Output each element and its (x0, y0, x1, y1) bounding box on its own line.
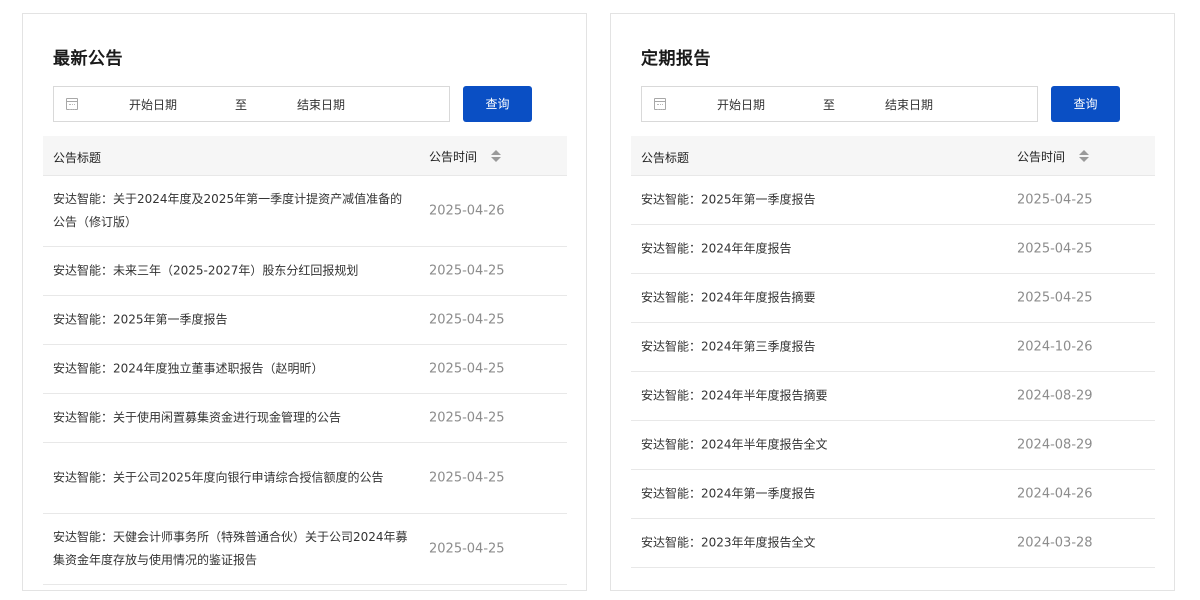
query-button[interactable]: 查询 (463, 86, 532, 122)
table-row[interactable]: 安达智能：关于公司2025年度向银行申请综合授信额度的公告 2025-04-25 (43, 443, 567, 514)
sort-icon[interactable] (1079, 150, 1089, 162)
report-title-link[interactable]: 安达智能：2023年年度报告全文 (641, 532, 996, 555)
announcement-date: 2025-04-25 (429, 263, 505, 279)
column-header-title: 公告标题 (641, 151, 690, 165)
end-date-input[interactable]: 结束日期 (297, 96, 345, 113)
report-title-link[interactable]: 安达智能：2024年年度报告 (641, 238, 996, 261)
report-date: 2024-10-26 (1017, 339, 1093, 355)
report-date: 2024-04-26 (1017, 486, 1093, 502)
announcement-title-link[interactable]: 安达智能：2025年第一季度报告 (53, 309, 408, 332)
table-row[interactable]: 安达智能：2023年年度报告全文 2024-03-28 (631, 519, 1155, 568)
report-date: 2024-03-28 (1017, 535, 1093, 551)
table-row[interactable]: 安达智能：2024年第三季度报告 2024-10-26 (631, 323, 1155, 372)
query-button[interactable]: 查询 (1051, 86, 1120, 122)
report-title-link[interactable]: 安达智能：2024年半年度报告摘要 (641, 385, 996, 408)
table-row[interactable]: 安达智能：天健会计师事务所（特殊普通合伙）关于公司2024年募集资金年度存放与使… (43, 514, 567, 585)
announcement-date: 2025-04-25 (429, 541, 505, 557)
table-row[interactable]: 安达智能：2024年年度报告摘要 2025-04-25 (631, 274, 1155, 323)
report-title-link[interactable]: 安达智能：2024年第三季度报告 (641, 336, 996, 359)
column-header-time[interactable]: 公告时间 (429, 148, 477, 165)
table-row[interactable]: 安达智能：未来三年（2025-2027年）股东分红回报规划 2025-04-25 (43, 247, 567, 296)
reports-table: 公告标题 公告时间 安达智能：2025年第一季度报告 2025-04-25 安达… (631, 136, 1155, 568)
announcement-title-link[interactable]: 安达智能：关于2024年度及2025年第一季度计提资产减值准备的公告（修订版） (53, 188, 408, 234)
report-title-link[interactable]: 安达智能：2024年半年度报告全文 (641, 434, 996, 457)
panel-title: 最新公告 (53, 49, 123, 69)
report-date: 2025-04-25 (1017, 192, 1093, 208)
table-row[interactable]: 安达智能：2024年年度报告 2025-04-25 (631, 225, 1155, 274)
sort-icon[interactable] (491, 150, 501, 162)
report-date: 2025-04-25 (1017, 241, 1093, 257)
table-row[interactable]: 安达智能：关于使用闲置募集资金进行现金管理的公告 2025-04-25 (43, 394, 567, 443)
announcement-title-link[interactable]: 安达智能：未来三年（2025-2027年）股东分红回报规划 (53, 260, 408, 283)
periodic-reports-panel: 定期报告 开始日期 至 结束日期 查询 公告标题 公告时间 安达智能：2025年… (610, 13, 1175, 591)
table-header: 公告标题 公告时间 (43, 136, 567, 176)
announcement-title-link[interactable]: 安达智能：天健会计师事务所（特殊普通合伙）关于公司2024年募集资金年度存放与使… (53, 526, 408, 572)
report-date: 2025-04-25 (1017, 290, 1093, 306)
announcements-table: 公告标题 公告时间 安达智能：关于2024年度及2025年第一季度计提资产减值准… (43, 136, 567, 585)
report-title-link[interactable]: 安达智能：2024年第一季度报告 (641, 483, 996, 506)
report-title-link[interactable]: 安达智能：2025年第一季度报告 (641, 189, 996, 212)
table-row[interactable]: 安达智能：关于2024年度及2025年第一季度计提资产减值准备的公告（修订版） … (43, 176, 567, 247)
column-header-title: 公告标题 (53, 151, 102, 165)
report-date: 2024-08-29 (1017, 388, 1093, 404)
announcement-date: 2025-04-25 (429, 410, 505, 426)
table-row[interactable]: 安达智能：2024年第一季度报告 2024-04-26 (631, 470, 1155, 519)
table-row[interactable]: 安达智能：2025年第一季度报告 2025-04-25 (631, 176, 1155, 225)
date-separator: 至 (235, 98, 248, 112)
announcement-date: 2025-04-26 (429, 203, 505, 219)
latest-announcements-panel: 最新公告 开始日期 至 结束日期 查询 公告标题 公告时间 安达智能：关于202… (22, 13, 587, 591)
table-header: 公告标题 公告时间 (631, 136, 1155, 176)
date-range-picker[interactable]: 开始日期 至 结束日期 (53, 86, 450, 122)
date-range-picker[interactable]: 开始日期 至 结束日期 (641, 86, 1038, 122)
announcement-title-link[interactable]: 安达智能：2024年度独立董事述职报告（赵明昕） (53, 358, 408, 381)
announcement-title-link[interactable]: 安达智能：关于公司2025年度向银行申请综合授信额度的公告 (53, 467, 408, 490)
calendar-icon (66, 98, 78, 110)
report-title-link[interactable]: 安达智能：2024年年度报告摘要 (641, 287, 996, 310)
start-date-input[interactable]: 开始日期 (717, 96, 765, 113)
report-date: 2024-08-29 (1017, 437, 1093, 453)
table-row[interactable]: 安达智能：2024年半年度报告摘要 2024-08-29 (631, 372, 1155, 421)
announcement-date: 2025-04-25 (429, 361, 505, 377)
end-date-input[interactable]: 结束日期 (885, 96, 933, 113)
table-row[interactable]: 安达智能：2024年度独立董事述职报告（赵明昕） 2025-04-25 (43, 345, 567, 394)
query-button-label: 查询 (485, 97, 510, 111)
table-row[interactable]: 安达智能：2024年半年度报告全文 2024-08-29 (631, 421, 1155, 470)
calendar-icon (654, 98, 666, 110)
announcement-date: 2025-04-25 (429, 470, 505, 486)
announcement-title-link[interactable]: 安达智能：关于使用闲置募集资金进行现金管理的公告 (53, 407, 408, 430)
date-separator: 至 (823, 98, 836, 112)
column-header-time[interactable]: 公告时间 (1017, 148, 1065, 165)
query-button-label: 查询 (1073, 97, 1098, 111)
announcement-date: 2025-04-25 (429, 312, 505, 328)
panel-title: 定期报告 (641, 49, 711, 69)
table-row[interactable]: 安达智能：2025年第一季度报告 2025-04-25 (43, 296, 567, 345)
start-date-input[interactable]: 开始日期 (129, 96, 177, 113)
